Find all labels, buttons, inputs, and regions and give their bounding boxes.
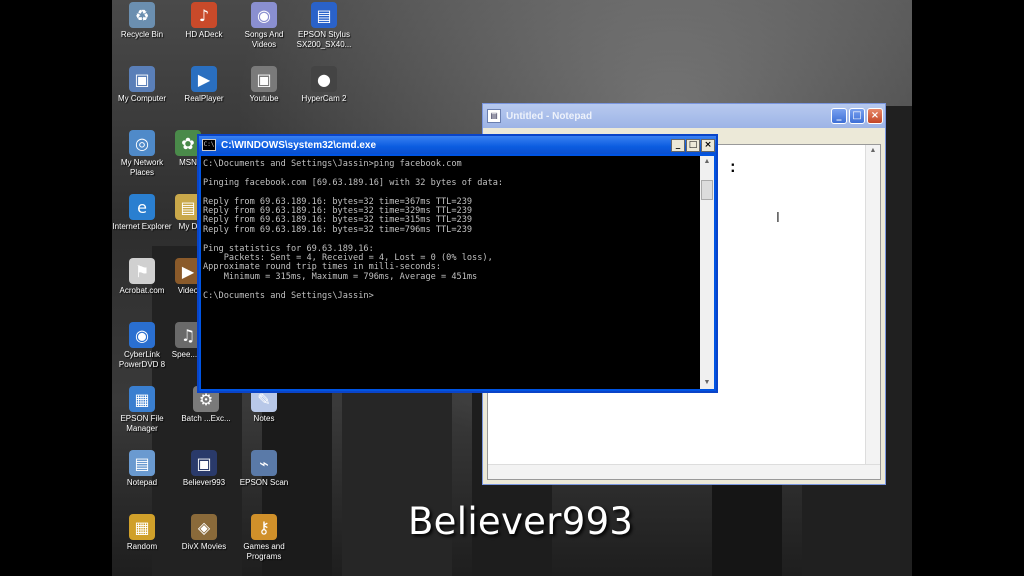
desktop-icon-label: HD ADeck (185, 30, 223, 39)
desktop-icon-label: Notepad (126, 478, 158, 487)
notepad-title-bar[interactable]: ▤ Untitled - Notepad _ □ × (483, 104, 885, 128)
desktop-icon[interactable]: ▣ My Computer (110, 66, 174, 104)
divx-icon: ◈ (191, 514, 217, 540)
cmd-close-button[interactable]: × (701, 138, 715, 152)
notepad-maximize-button[interactable]: □ (849, 108, 865, 124)
cmd-app-icon: C:\ (202, 139, 216, 151)
desktop-icon-label: EPSON Stylus SX200_SX40... (296, 30, 352, 49)
cd-icon: ◉ (251, 2, 277, 28)
cmd-output: C:\Documents and Settings\Jassin>ping fa… (203, 159, 504, 301)
desktop-icon-label: HyperCam 2 (301, 94, 347, 103)
desktop-icon-label: RealPlayer (184, 94, 224, 103)
notepad-icon: ▤ (129, 450, 155, 476)
youtube-icon: ▣ (251, 66, 277, 92)
desktop-icon[interactable]: ⚷ Games and Programs (232, 514, 296, 562)
desktop-icon[interactable]: ● HyperCam 2 (292, 66, 356, 104)
scanner-icon: ⌁ (251, 450, 277, 476)
desktop-icon[interactable]: ▣ Youtube (232, 66, 296, 104)
cmd-title-bar[interactable]: C:\ C:\WINDOWS\system32\cmd.exe _ □ × (199, 136, 716, 154)
network-icon: ◎ (129, 130, 155, 156)
desktop-icon[interactable]: ⌁ EPSON Scan (232, 450, 296, 488)
desktop-icon-label: EPSON File Manager (120, 414, 164, 433)
desktop-icon-label: Recycle Bin (120, 30, 164, 39)
scroll-down-arrow-icon[interactable]: ▼ (700, 377, 714, 389)
internet-explorer-icon: e (129, 194, 155, 220)
desktop-icon-label: My Computer (117, 94, 166, 103)
key-icon: ⚷ (251, 514, 277, 540)
watermark: Believer993 (408, 500, 634, 543)
notepad-vertical-scrollbar[interactable]: ▲ (865, 145, 880, 465)
scroll-up-arrow-icon[interactable]: ▲ (866, 145, 880, 157)
desktop-icon-label: Random (126, 542, 158, 551)
desktop-icon-label: Youtube (249, 94, 279, 103)
desktop-icon[interactable]: ▶ RealPlayer (172, 66, 236, 104)
desktop-icon[interactable]: ▤ EPSON Stylus SX200_SX40... (292, 2, 356, 50)
notepad-horizontal-scrollbar[interactable] (488, 464, 880, 479)
desktop-icon-label: Songs And Videos (244, 30, 284, 49)
desktop-icon[interactable]: ◉ Songs And Videos (232, 2, 296, 50)
desktop-icon[interactable]: ▣ Believer993 (172, 450, 236, 488)
scroll-up-arrow-icon[interactable]: ▲ (700, 156, 714, 168)
desktop-icon[interactable]: ♻ Recycle Bin (110, 2, 174, 40)
notepad-close-button[interactable]: × (867, 108, 883, 124)
computer-icon: ▣ (129, 66, 155, 92)
desktop-icon[interactable]: ▦ Random (110, 514, 174, 552)
cmd-vertical-scrollbar[interactable]: ▲ ▼ (700, 156, 714, 389)
realplayer-icon: ▶ (191, 66, 217, 92)
desktop-icon-label: Batch ...Exc... (181, 414, 231, 423)
desktop-icon[interactable]: ◈ DivX Movies (172, 514, 236, 552)
desktop-icon-label: DivX Movies (181, 542, 227, 551)
notepad-title: Untitled - Notepad (506, 110, 593, 122)
cmd-window[interactable]: C:\ C:\WINDOWS\system32\cmd.exe _ □ × C:… (197, 134, 718, 393)
cmd-maximize-button[interactable]: □ (686, 138, 700, 152)
user-folder-icon: ▣ (191, 450, 217, 476)
powerdvd-icon: ◉ (129, 322, 155, 348)
camera-icon: ● (311, 66, 337, 92)
desktop-icon-label: Notes (253, 414, 275, 423)
cmd-minimize-button[interactable]: _ (671, 138, 685, 152)
cmd-scroll-thumb[interactable] (701, 180, 713, 200)
text-cursor-icon: I (776, 211, 780, 226)
desktop-icon-label: Believer993 (182, 478, 226, 487)
acrobat-icon: ⚑ (129, 258, 155, 284)
desktop-icon-label: EPSON Scan (239, 478, 289, 487)
desktop-icon[interactable]: ♪ HD ADeck (172, 2, 236, 40)
notepad-minimize-button[interactable]: _ (831, 108, 847, 124)
notepad-text: : (728, 159, 738, 177)
hd-adeck-icon: ♪ (191, 2, 217, 28)
recycle-bin-icon: ♻ (129, 2, 155, 28)
desktop-icon[interactable]: ▦ EPSON File Manager (110, 386, 174, 434)
file-manager-icon: ▦ (129, 386, 155, 412)
desktop-icon-label: Games and Programs (243, 542, 285, 561)
cmd-console[interactable]: C:\Documents and Settings\Jassin>ping fa… (201, 156, 700, 389)
printer-icon: ▤ (311, 2, 337, 28)
cmd-title: C:\WINDOWS\system32\cmd.exe (221, 139, 377, 151)
desktop-icon[interactable]: ▤ Notepad (110, 450, 174, 488)
notepad-app-icon: ▤ (487, 109, 501, 123)
folder-icon: ▦ (129, 514, 155, 540)
